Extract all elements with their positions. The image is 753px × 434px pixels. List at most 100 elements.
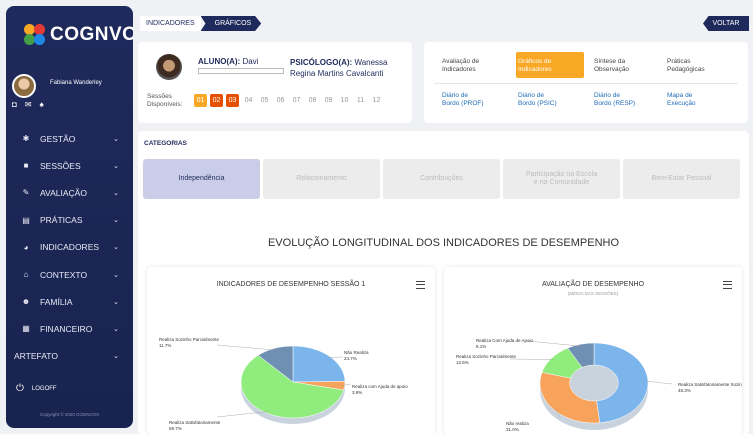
nav-label-2: Execução	[667, 100, 696, 107]
nav-label-2: Bordo (PSIC)	[518, 100, 557, 107]
nav-label-1: Síntese da	[594, 58, 626, 65]
camera-icon[interactable]: ◘	[12, 100, 17, 109]
session-button[interactable]: 05	[258, 94, 271, 107]
sidebar-item-gestão[interactable]: ✱ GESTÃO ⌄	[6, 125, 133, 152]
profile-name: Fabiana Wanderley	[50, 80, 102, 86]
chevron-down-icon: ⌄	[113, 325, 119, 333]
nav-row2-item-2[interactable]: Diário de Bordo (RESP)	[594, 92, 635, 108]
pie-label: Realiza Satisfatoriamente	[169, 420, 221, 425]
logout-label: LOGOFF	[31, 385, 57, 392]
psico-name-1: Wanessa	[354, 58, 388, 67]
psico-label: PSICÓLOGO(A):	[290, 58, 353, 67]
sidebar-item-sessões[interactable]: ■ SESSÕES ⌄	[6, 152, 133, 179]
aluno-label: ALUNO(A):	[198, 57, 241, 66]
gear-icon: ✱	[22, 134, 30, 144]
chart-card-average: Realiza Satisfatoriamente Sozinho 48.3% Nã…	[444, 267, 742, 434]
session-selector: 01 02 03 04 05 06 07 08 09 10 11 12	[194, 94, 383, 107]
session-button[interactable]: 01	[194, 94, 207, 107]
breadcrumb: INDICADORES GRÁFICOS	[140, 16, 262, 31]
session-button[interactable]: 02	[210, 94, 223, 107]
sidebar-item-label: AVALIAÇÃO	[40, 187, 87, 198]
sidebar-item-contexto[interactable]: ⌂ CONTEXTO ⌄	[6, 261, 133, 288]
chevron-down-icon: ⌄	[113, 189, 119, 197]
card-icon: ▤	[22, 215, 30, 225]
calculator-icon: ▦	[22, 324, 30, 334]
session-button[interactable]: 09	[322, 94, 335, 107]
sidebar-item-artefato[interactable]: ARTEFATO ⌄	[6, 343, 133, 370]
users-icon: ☻	[21, 297, 31, 307]
tab-category-3[interactable]: Participação na Escola e na Comunidade	[503, 159, 620, 199]
session-button[interactable]: 07	[290, 94, 303, 107]
session-button[interactable]: 03	[226, 94, 239, 107]
evolution-title: EVOLUÇÃO LONGITUDINAL DOS INDICADORES DE…	[267, 237, 620, 249]
nav-row1-item-1[interactable]: Gráficos de Indicadores	[518, 58, 552, 74]
nav-row1-item-0[interactable]: Avaliação de Indicadores	[442, 58, 479, 74]
nav-label-1: Avaliação de	[442, 58, 480, 65]
sidebar-item-família[interactable]: ☻ FAMÍLIA ⌄	[6, 288, 133, 315]
breadcrumb-graficos[interactable]: GRÁFICOS	[200, 16, 262, 31]
sidebar-item-práticas[interactable]: ▤ PRÁTICAS ⌄	[6, 207, 133, 234]
nav-label-1: Diário de	[518, 92, 545, 99]
category-tabs: Independência Relacionamento Contribuições…	[143, 159, 740, 199]
session-button[interactable]: 12	[370, 94, 383, 107]
tab-category-4[interactable]: Bem-Estar Pessoal	[623, 159, 740, 199]
sidebar-item-label: PRÁTICAS	[40, 215, 83, 226]
sessions-label: Sessões Disponíveis:	[147, 93, 182, 109]
mail-icon[interactable]: ✉	[25, 100, 32, 109]
tab-category-1[interactable]: Relacionamento	[263, 159, 380, 199]
sidebar-item-indicadores[interactable]: ◕ INDICADORES ⌄	[6, 234, 133, 261]
copyright: Copyright © 2020 COGNVOX	[39, 412, 100, 417]
student-avatar	[156, 54, 182, 80]
student-label: ALUNO(A): Davi	[198, 57, 258, 66]
sessions-label-1: Sessões	[147, 93, 172, 100]
session-button[interactable]: 04	[242, 94, 255, 107]
pie-value: 11.7%	[159, 343, 171, 348]
breadcrumb-indicadores[interactable]: INDICADORES	[140, 16, 201, 31]
chevron-down-icon: ⌄	[113, 135, 119, 143]
tab-category-0[interactable]: Independência	[143, 159, 260, 199]
logo-icon	[24, 24, 46, 46]
chart-card-session: Não Realiza 24.7% Realiza com Ajuda de apo…	[147, 267, 435, 434]
categorias-title: CATEGORIAS	[144, 140, 187, 147]
logout-button[interactable]: ⏻ LOGOFF	[16, 383, 57, 394]
tab-category-2[interactable]: Contribuições	[383, 159, 500, 199]
sidebar-item-financeiro[interactable]: ▦ FINANCEIRO ⌄	[6, 315, 133, 342]
chart-subtitle: (MÉDIA DAS SESSÕES)	[567, 291, 619, 296]
chevron-down-icon: ⌄	[113, 353, 119, 361]
pie-chart-session: Não Realiza24.7% Realiza com Ajuda de apo…	[159, 337, 408, 431]
nav-row2-item-3[interactable]: Mapa de Execução	[667, 92, 696, 108]
nav-row2-item-1[interactable]: Diário de Bordo (PSIC)	[518, 92, 557, 108]
nav-row1-item-2[interactable]: Síntese da Observação	[594, 58, 629, 74]
sidebar-item-avaliação[interactable]: ✎ AVALIAÇÃO ⌄	[6, 179, 133, 206]
nav-label-2: Observação	[594, 66, 630, 73]
nav-label-1: Mapa de	[667, 92, 693, 99]
power-icon: ⏻	[16, 383, 24, 394]
bell-icon[interactable]: ♠	[40, 100, 44, 109]
avatar[interactable]	[12, 74, 36, 98]
nav-label-1: Práticas	[667, 58, 691, 65]
profile: Fabiana Wanderley ◘ ✉ ♠	[6, 68, 133, 116]
tab-label: Relacionamento	[296, 175, 347, 182]
main-panel: CATEGORIAS Independência Relacionamento Co…	[138, 131, 749, 434]
nav-row2-item-0[interactable]: Diário de Bordo (PROF)	[442, 92, 484, 108]
tab-label-2: e na Comunidade	[533, 179, 590, 186]
tab-label: Independência	[178, 175, 225, 182]
tab-label: Participação na Escola	[525, 171, 598, 178]
menu-icon[interactable]	[416, 281, 425, 289]
pie-connector	[509, 358, 554, 360]
sidebar-menu: ✱ GESTÃO ⌄ ■ SESSÕES ⌄ ✎ AVALIAÇÃO ⌄ ▤ PRÁTICAS ⌄ ◕ I…	[6, 125, 133, 370]
tab-label: Bem-Estar Pessoal	[651, 175, 712, 182]
pie-value: 3.9%	[352, 390, 362, 395]
chart-title: INDICADORES DE DESEMPENHO SESSÃO 1	[216, 281, 366, 288]
sidebar-item-label: INDICADORES	[40, 242, 100, 253]
pie-value: 48.3%	[678, 388, 691, 393]
session-button[interactable]: 10	[338, 94, 351, 107]
menu-icon[interactable]	[723, 281, 732, 289]
voltar-button[interactable]: VOLTAR	[703, 16, 749, 31]
session-button[interactable]: 08	[306, 94, 319, 107]
logo[interactable]: COGNVOX	[24, 24, 133, 46]
session-button[interactable]: 06	[274, 94, 287, 107]
nav-row1-item-3[interactable]: Práticas Pedagógicas	[667, 58, 705, 74]
sidebar-item-label: SESSÕES	[40, 160, 81, 171]
session-button[interactable]: 11	[354, 94, 367, 107]
